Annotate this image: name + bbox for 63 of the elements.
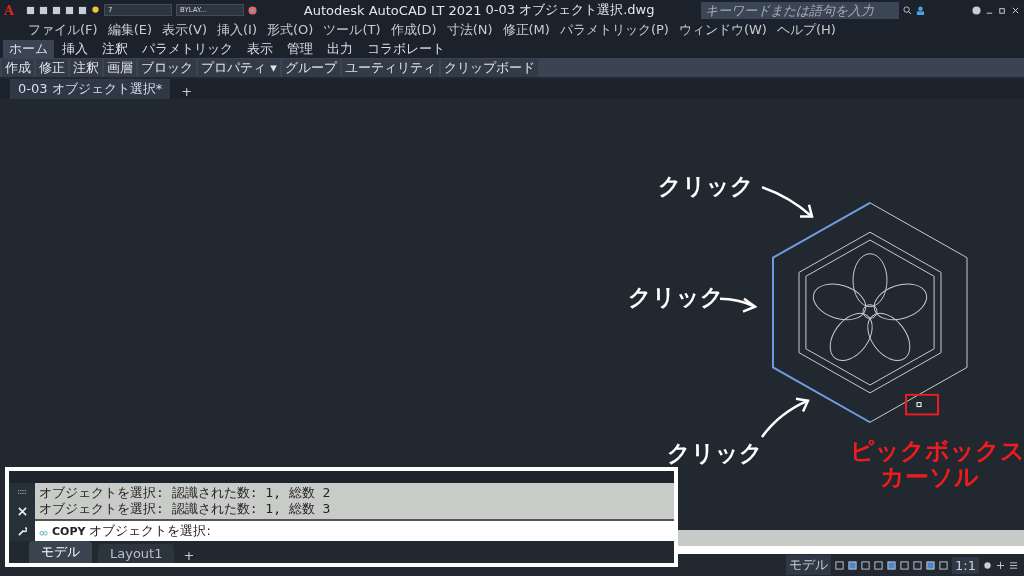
window-title: Autodesk AutoCAD LT 2021 xyxy=(303,2,482,18)
ribbon-tab[interactable]: 注釈 xyxy=(96,39,134,58)
ribbon-panel[interactable]: 作成 xyxy=(2,58,34,77)
close-icon[interactable] xyxy=(17,507,27,517)
command-name: COPY xyxy=(52,524,86,538)
menu-item[interactable]: 挿入(I) xyxy=(217,20,257,39)
arrow xyxy=(719,297,758,313)
ribbon-panel[interactable]: 修正 xyxy=(36,58,68,77)
ribbon-panel[interactable]: グループ xyxy=(281,58,340,77)
layout-tab[interactable]: Layout1 xyxy=(98,544,175,563)
menu-item[interactable]: ウィンドウ(W) xyxy=(678,20,767,39)
menu-item[interactable]: 形式(O) xyxy=(267,20,314,39)
menu-item[interactable]: ファイル(F) xyxy=(28,20,98,39)
plus-icon[interactable] xyxy=(996,560,1005,570)
model-space-button[interactable]: モデル xyxy=(786,555,832,575)
search-icon[interactable] xyxy=(903,5,913,15)
menu-item[interactable]: 作成(D) xyxy=(390,20,437,39)
ribbon-tab[interactable]: ホーム xyxy=(3,39,54,58)
arrow xyxy=(761,186,814,218)
ribbon-panel[interactable]: 注釈 xyxy=(70,58,102,77)
command-input[interactable]: COPY オブジェクトを選択: xyxy=(35,521,674,541)
menu-item[interactable]: ツール(T) xyxy=(323,20,381,39)
ribbon-tab[interactable]: コラボレート xyxy=(361,39,451,58)
pickbox-highlight xyxy=(905,393,939,416)
layout-tab[interactable]: モデル xyxy=(29,541,92,563)
ribbon-panel[interactable]: ブロック xyxy=(138,58,196,77)
new-tab-button[interactable]: + xyxy=(178,84,196,99)
ribbon-panel[interactable]: 画層 xyxy=(104,58,136,77)
wrench-icon[interactable] xyxy=(17,526,27,536)
user-icon[interactable] xyxy=(916,5,926,15)
menu-item[interactable]: 表示(V) xyxy=(162,20,208,39)
ribbon-tab[interactable]: 表示 xyxy=(241,39,279,58)
bulb-icon[interactable] xyxy=(91,5,100,15)
search-field[interactable]: キーワードまたは語句を入力 xyxy=(701,1,900,19)
pickbox-cursor xyxy=(916,402,922,408)
history-line: オブジェクトを選択: 認識された数: 1, 総数 3 xyxy=(39,501,332,517)
ribbon-tab[interactable]: 挿入 xyxy=(56,39,94,58)
restore-icon[interactable] xyxy=(998,5,1007,15)
close-icon[interactable] xyxy=(1011,5,1020,15)
scale-button[interactable]: 1:1 xyxy=(952,556,979,574)
command-input-bar[interactable] xyxy=(678,546,1024,554)
ribbon-tab[interactable]: 出力 xyxy=(321,39,359,58)
menu-item[interactable]: 修正(M) xyxy=(502,20,550,39)
file-name: 0-03 オブジェクト選択.dwg xyxy=(485,1,655,19)
document-tab[interactable]: 0-03 オブジェクト選択* xyxy=(10,79,171,99)
ribbon-panel[interactable]: クリップボード xyxy=(440,58,538,77)
ribbon-panel[interactable]: ユーティリティ xyxy=(341,58,439,77)
menu-icon[interactable] xyxy=(1009,560,1018,570)
ribbon-tab[interactable]: パラメトリック xyxy=(136,39,239,58)
ribbon-tab[interactable]: 管理 xyxy=(281,39,319,58)
menu-item[interactable]: ヘルプ(H) xyxy=(776,20,836,39)
menu-item[interactable]: 編集(E) xyxy=(107,20,152,39)
ribbon-panel[interactable]: プロパティ ▾ xyxy=(198,58,280,77)
add-layout-button[interactable]: + xyxy=(180,548,198,563)
history-line: オブジェクトを選択: 認識された数: 1, 総数 2 xyxy=(39,485,332,501)
command-prompt: オブジェクトを選択: xyxy=(89,522,211,540)
click-label: クリック xyxy=(628,283,724,312)
click-label: クリック xyxy=(667,439,763,468)
color-wheel-icon[interactable] xyxy=(248,5,257,15)
click-label: クリック xyxy=(658,172,754,201)
menu-item[interactable]: 寸法(N) xyxy=(446,20,493,39)
arrow xyxy=(761,397,810,438)
menu-item[interactable]: パラメトリック(P) xyxy=(559,20,669,39)
